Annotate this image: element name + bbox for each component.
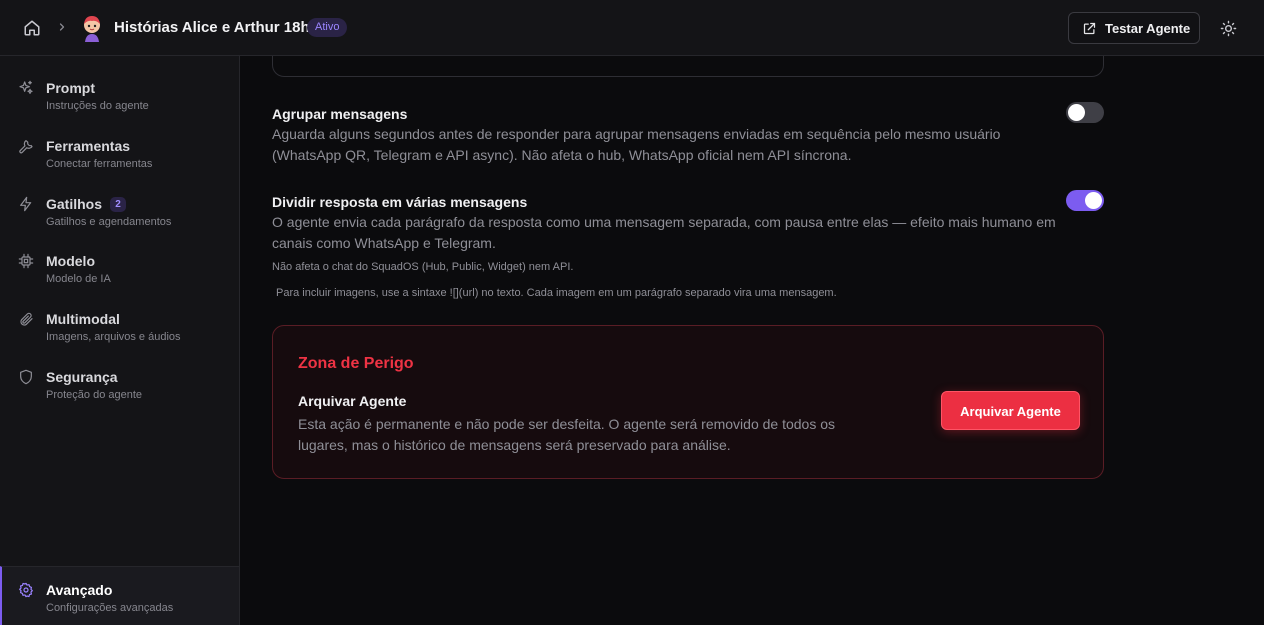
main-content: Agrupar mensagens Aguarda alguns segundo… [240,56,1264,625]
split-response-toggle[interactable] [1066,190,1104,211]
toggle-knob [1068,104,1085,121]
sidebar-item-subtitle: Imagens, arquivos e áudios [46,331,181,343]
previous-setting-card [272,56,1104,77]
sidebar-item-gatilhos[interactable]: Gatilhos 2 Gatilhos e agendamentos [0,194,239,246]
sidebar-item-title: Gatilhos [46,196,103,212]
sidebar-item-subtitle: Instruções do agente [46,100,149,112]
sidebar-item-modelo[interactable]: Modelo Modelo de IA [0,251,239,303]
sidebar-item-prompt[interactable]: Prompt Instruções do agente [0,78,239,130]
external-link-icon [1082,21,1097,36]
agent-avatar [80,14,104,42]
cpu-icon [18,253,34,269]
sidebar-item-subtitle: Proteção do agente [46,389,143,401]
test-agent-button[interactable]: Testar Agente [1068,12,1200,44]
group-messages-toggle[interactable] [1066,102,1104,123]
sparkles-icon [18,80,34,96]
toggle-knob [1085,192,1102,209]
top-header: Histórias Alice e Arthur 18h Ativo Testa… [0,0,1264,56]
archive-agent-button[interactable]: Arquivar Agente [941,391,1080,430]
home-icon[interactable] [21,17,43,39]
sidebar: Prompt Instruções do agente Ferramentas … [0,56,240,625]
sidebar-item-title: Multimodal [46,311,120,327]
sidebar-item-multimodal[interactable]: Multimodal Imagens, arquivos e áudios [0,309,239,361]
archive-agent-title: Arquivar Agente [298,393,407,409]
danger-zone-card: Zona de Perigo Arquivar Agente Esta ação… [272,325,1104,479]
sidebar-item-subtitle: Gatilhos e agendamentos [46,216,172,228]
sidebar-item-title: Modelo [46,253,95,269]
image-syntax-hint: Para incluir imagens, use a sintaxe ![](… [276,287,837,299]
sun-icon[interactable] [1217,17,1239,39]
split-response-note: Não afeta o chat do SquadOS (Hub, Public… [272,261,574,273]
sidebar-item-ferramentas[interactable]: Ferramentas Conectar ferramentas [0,136,239,188]
sidebar-item-seguranca[interactable]: Segurança Proteção do agente [0,367,239,419]
gear-icon [18,582,34,598]
sidebar-item-avancado[interactable]: Avançado Configurações avançadas [0,566,239,625]
sidebar-item-subtitle: Conectar ferramentas [46,158,153,170]
split-response-setting: Dividir resposta em várias mensagens O a… [272,193,1062,274]
status-badge: Ativo [307,18,348,37]
split-response-description: O agente envia cada parágrafo da respost… [272,214,1056,251]
sidebar-item-subtitle: Modelo de IA [46,273,111,285]
agent-name: Histórias Alice e Arthur 18h [114,19,310,36]
chevron-right-icon [55,20,69,34]
triggers-count-badge: 2 [110,197,126,212]
shield-icon [18,369,34,385]
sidebar-item-title: Ferramentas [46,138,131,154]
sidebar-item-title: Prompt [46,80,95,96]
split-response-title: Dividir resposta em várias mensagens [272,194,528,210]
wrench-icon [18,138,34,154]
sidebar-item-subtitle: Configurações avançadas [46,602,174,614]
group-messages-title: Agrupar mensagens [272,106,408,122]
group-messages-setting: Agrupar mensagens Aguarda alguns segundo… [272,105,1062,166]
danger-zone-title: Zona de Perigo [298,355,414,372]
sidebar-item-title: Avançado [46,582,113,598]
test-agent-label: Testar Agente [1105,20,1191,36]
sidebar-item-title: Segurança [46,369,118,385]
paperclip-icon [18,311,34,327]
archive-agent-description: Esta ação é permanente e não pode ser de… [298,416,836,453]
group-messages-description: Aguarda alguns segundos antes de respond… [272,126,1001,163]
bolt-icon [18,196,34,212]
